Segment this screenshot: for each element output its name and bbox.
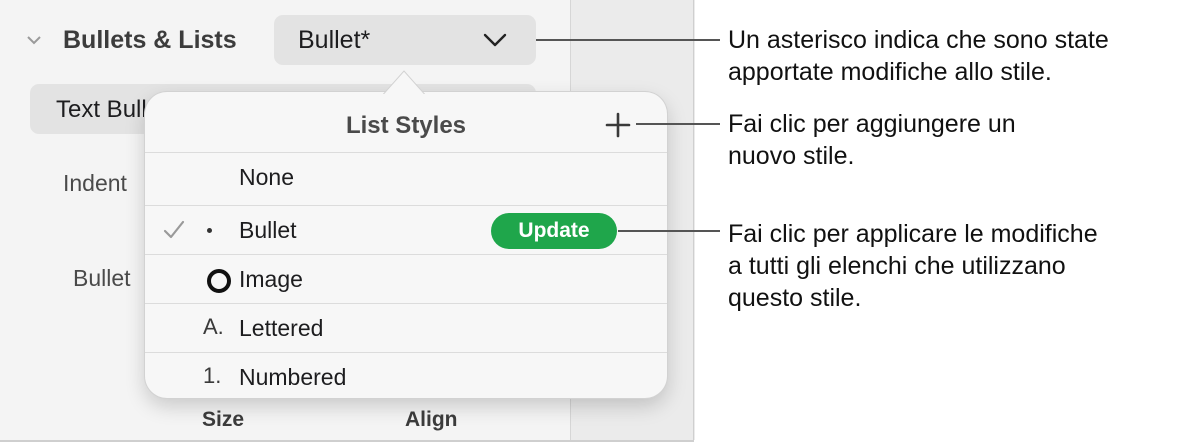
section-title: Bullets & Lists bbox=[63, 26, 237, 54]
plus-icon[interactable] bbox=[605, 112, 631, 138]
align-label: Align bbox=[405, 408, 458, 431]
list-marker: 1. bbox=[203, 363, 222, 388]
size-label: Size bbox=[202, 408, 245, 431]
list-style-row-bullet[interactable]: Bullet Update bbox=[145, 205, 667, 254]
checkmark-icon bbox=[163, 220, 185, 239]
bullet-type-value: Text Bull bbox=[56, 96, 147, 123]
list-styles-popover: List Styles None Bullet Update Image A. … bbox=[145, 92, 667, 398]
callout-line-add-style bbox=[636, 123, 720, 125]
popover-title: List Styles bbox=[345, 112, 467, 139]
circle-icon bbox=[207, 269, 231, 293]
list-style-name: None bbox=[239, 164, 294, 190]
list-style-name: Lettered bbox=[239, 315, 324, 341]
panel-border-right bbox=[693, 0, 694, 442]
list-style-row-lettered[interactable]: A. Lettered bbox=[145, 303, 667, 352]
list-style-row-numbered[interactable]: 1. Numbered bbox=[145, 352, 667, 398]
callout-asterisk: Un asterisco indica che sono state appor… bbox=[728, 26, 1109, 86]
bullet-dot-icon bbox=[207, 228, 212, 233]
indent-label: Indent bbox=[63, 170, 127, 196]
callout-line-asterisk bbox=[536, 39, 720, 41]
chevron-down-icon[interactable] bbox=[26, 32, 42, 48]
list-style-row-image[interactable]: Image bbox=[145, 254, 667, 303]
chevron-down-icon bbox=[483, 33, 507, 47]
list-marker: A. bbox=[203, 314, 224, 339]
list-style-row-none[interactable]: None bbox=[145, 152, 667, 201]
list-style-name: Image bbox=[239, 266, 303, 292]
bullet-label: Bullet bbox=[73, 265, 131, 291]
list-style-value: Bullet* bbox=[298, 26, 371, 54]
popover-arrow bbox=[380, 70, 428, 98]
list-style-name: Numbered bbox=[239, 364, 347, 390]
callout-apply-changes: Fai clic per applicare le modifiche a tu… bbox=[728, 220, 1098, 312]
list-style-dropdown[interactable]: Bullet* bbox=[274, 15, 536, 65]
callout-line-apply bbox=[618, 230, 720, 232]
update-style-button[interactable]: Update bbox=[491, 213, 617, 249]
list-style-name: Bullet bbox=[239, 217, 297, 243]
callout-add-style: Fai clic per aggiungere un nuovo stile. bbox=[728, 110, 1016, 170]
